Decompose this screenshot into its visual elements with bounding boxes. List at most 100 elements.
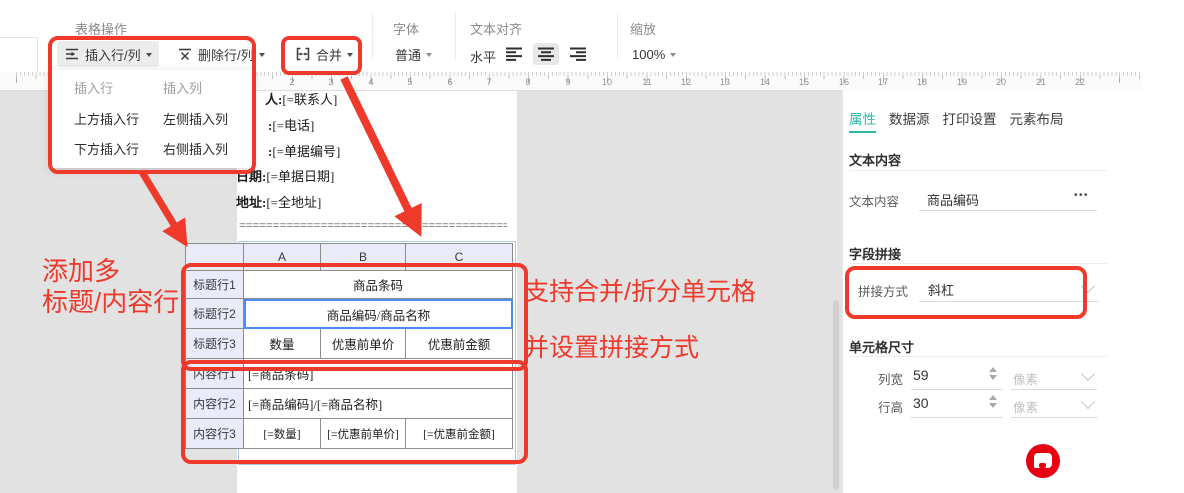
annotation-line: 标题/内容行 — [42, 287, 179, 317]
stepper-down-icon[interactable] — [989, 403, 997, 408]
row-header-content2[interactable]: 内容行2 — [186, 389, 244, 419]
ruler-number: 18 — [917, 77, 927, 87]
align-right-button[interactable] — [565, 43, 591, 65]
doc-field-contact[interactable]: 人:[=联系人] — [265, 89, 337, 108]
font-style-select[interactable]: 普通 — [388, 41, 439, 67]
chevron-down-icon[interactable] — [1081, 367, 1095, 381]
canvas-scrollbar[interactable] — [833, 300, 839, 490]
join-mode-field-label: 拼接方式 — [858, 281, 908, 300]
column-header-c[interactable]: C — [406, 244, 513, 271]
feedback-chat-bubble-icon[interactable] — [1026, 444, 1060, 478]
tab-element-layout[interactable]: 元素布局 — [1010, 108, 1064, 128]
stepper-up-icon[interactable] — [989, 367, 997, 372]
merged-cell-code-name-field[interactable]: [=商品编码]/[=商品名称] — [244, 389, 513, 419]
more-options-icon[interactable]: ••• — [1074, 190, 1089, 201]
col-width-stepper[interactable] — [989, 367, 997, 380]
top-toolbar: 表格操作 插入行/列 删除行/列 — [0, 0, 1184, 72]
doc-separator-line: ========================================… — [239, 218, 507, 233]
join-mode-select[interactable]: 斜杠 — [928, 280, 954, 299]
align-center-button[interactable] — [533, 43, 559, 65]
menu-item-insert-row[interactable]: 插入行 — [74, 78, 113, 97]
chevron-down-icon[interactable] — [1081, 395, 1095, 409]
ruler-number: 2 — [289, 77, 294, 87]
merge-cells-icon — [295, 46, 311, 62]
ruler-number: 3 — [328, 77, 333, 87]
caret-down-icon — [146, 53, 152, 60]
merge-cells-label: 合并 — [316, 45, 342, 64]
row-header-content1[interactable]: 内容行1 — [186, 359, 244, 389]
merged-cell-code-name-title-selected[interactable]: 商品编码/商品名称 — [244, 299, 513, 329]
cell-qty-field[interactable]: [=数量] — [244, 419, 321, 449]
column-header-b[interactable]: B — [321, 244, 406, 271]
ruler-number: 14 — [760, 77, 770, 87]
cell-amount-title[interactable]: 优惠前金额 — [406, 329, 513, 359]
stepper-down-icon[interactable] — [989, 375, 997, 380]
insert-row-col-icon — [64, 46, 80, 62]
align-left-button[interactable] — [501, 43, 527, 65]
doc-field-phone[interactable]: :[=电话] — [268, 115, 314, 134]
menu-item-insert-col-left[interactable]: 左侧插入列 — [163, 109, 228, 128]
zoom-select[interactable]: 100% — [625, 41, 683, 67]
merge-cells-button[interactable]: 合并 — [288, 41, 360, 67]
ruler-number: 20 — [996, 77, 1006, 87]
doc-field-placeholder: [=联系人] — [282, 92, 337, 107]
menu-item-insert-col-right[interactable]: 右侧插入列 — [163, 139, 228, 158]
caret-down-icon — [259, 53, 265, 60]
ruler-number: 17 — [878, 77, 888, 87]
menu-item-insert-col[interactable]: 插入列 — [163, 78, 202, 97]
input-underline — [1011, 417, 1097, 418]
column-header-a[interactable]: A — [244, 244, 321, 271]
ruler-number: 9 — [565, 77, 570, 87]
row-height-stepper[interactable] — [989, 395, 997, 408]
doc-field-label: 日期: — [236, 169, 266, 184]
row-header-title1[interactable]: 标题行1 — [186, 271, 244, 299]
delete-row-col-button[interactable]: 删除行/列 — [170, 41, 272, 67]
row-height-input[interactable]: 30 — [913, 395, 929, 411]
doc-field-placeholder: [=单据编号] — [272, 144, 340, 159]
align-mode-label: 水平 — [470, 47, 496, 66]
annotation-line: 添加多 — [42, 256, 120, 286]
tab-data-source[interactable]: 数据源 — [889, 108, 930, 128]
ruler-number: 11 — [642, 77, 651, 87]
row-height-unit-select[interactable]: 像素 — [1013, 397, 1038, 416]
tab-properties[interactable]: 属性 — [849, 108, 876, 128]
input-underline — [911, 389, 1003, 390]
align-left-icon — [505, 46, 523, 62]
doc-field-label: 人: — [265, 92, 282, 107]
menu-item-insert-row-above[interactable]: 上方插入行 — [74, 109, 139, 128]
ruler-number: 4 — [368, 77, 373, 87]
doc-field-date[interactable]: 日期:[=单据日期] — [236, 166, 334, 185]
row-header-content3[interactable]: 内容行3 — [186, 419, 244, 449]
doc-field-order-no[interactable]: :[=单据编号] — [268, 141, 340, 160]
text-content-input[interactable]: 商品编码 — [927, 190, 979, 209]
ruler-number: 16 — [839, 77, 849, 87]
font-style-value: 普通 — [395, 45, 421, 64]
merged-cell-barcode-field[interactable]: [=商品条码] — [244, 359, 513, 389]
annotation-add-rows: 添加多标题/内容行 — [42, 256, 179, 318]
chevron-down-icon[interactable] — [1081, 279, 1095, 293]
cell-price-field[interactable]: [=优惠前单价] — [321, 419, 406, 449]
merged-cell-barcode-title[interactable]: 商品条码 — [244, 271, 513, 299]
col-width-unit-select[interactable]: 像素 — [1013, 369, 1038, 388]
cell-qty-title[interactable]: 数量 — [244, 329, 321, 359]
ruler-number: 19 — [957, 77, 967, 87]
align-center-icon — [537, 46, 555, 62]
row-header-title3[interactable]: 标题行3 — [186, 329, 244, 359]
caret-down-icon — [670, 53, 676, 60]
doc-field-address[interactable]: 地址:[=全地址] — [236, 192, 321, 211]
font-group-label: 字体 — [393, 19, 419, 38]
menu-item-insert-row-below[interactable]: 下方插入行 — [74, 139, 139, 158]
cell-amount-field[interactable]: [=优惠前金额] — [406, 419, 513, 449]
panel-tabs: 属性 数据源 打印设置 元素布局 — [849, 108, 1064, 128]
ruler-number: 15 — [799, 77, 809, 87]
col-width-input[interactable]: 59 — [913, 367, 929, 383]
align-right-icon — [569, 46, 587, 62]
ruler-number: 5 — [407, 77, 412, 87]
row-header-title2[interactable]: 标题行2 — [186, 299, 244, 329]
panel-corner-line-h — [0, 37, 37, 38]
table-corner-cell[interactable] — [186, 244, 244, 271]
tab-print-settings[interactable]: 打印设置 — [943, 108, 997, 128]
stepper-up-icon[interactable] — [989, 395, 997, 400]
insert-row-col-button[interactable]: 插入行/列 — [57, 41, 159, 67]
cell-price-title[interactable]: 优惠前单价 — [321, 329, 406, 359]
